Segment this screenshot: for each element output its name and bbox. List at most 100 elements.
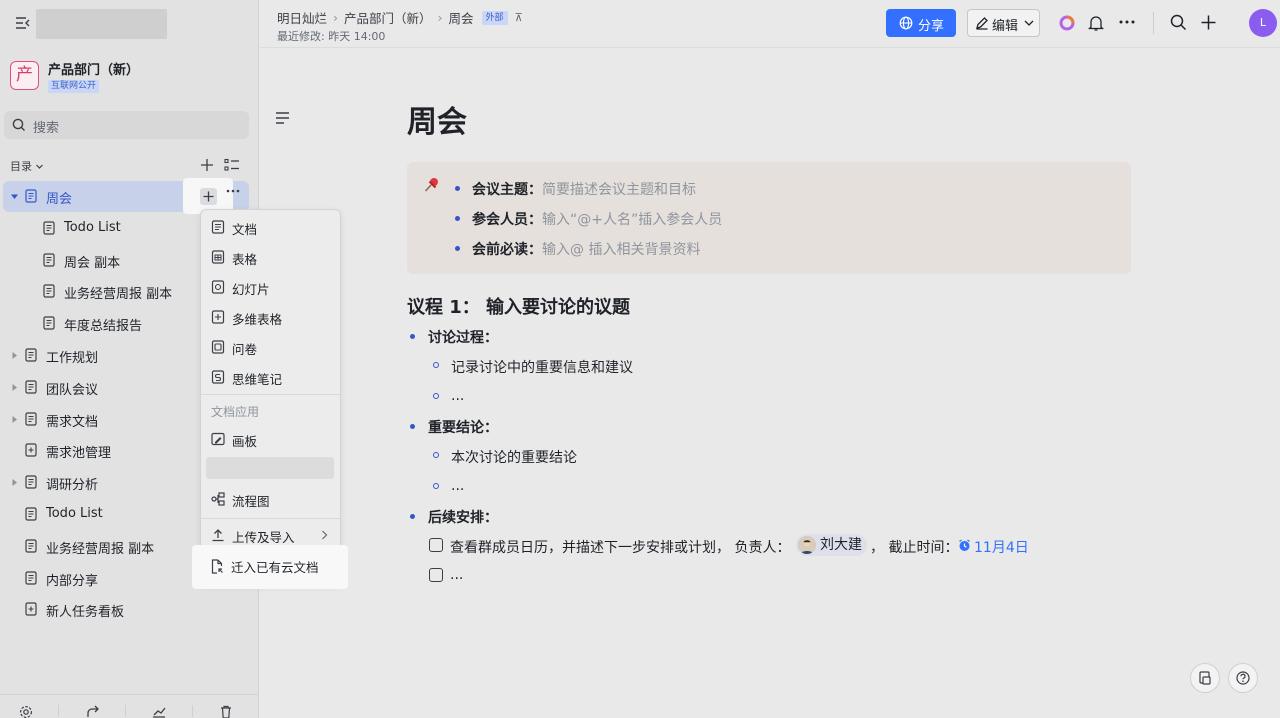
todo-text: 查看群成员日历，并描述下一步安排或计划， 负责人： [450,540,791,556]
doc-tools-button[interactable] [1190,663,1220,693]
list-item-text: ... [451,388,465,404]
callout-block[interactable]: 会议主题 ： 简要描述会议主题和目标 参会人员 ： 输入“@+人名”插入参会人员… [407,162,1131,274]
callout-colon: ： [528,182,542,198]
doc-icon [25,475,37,489]
caret-right-icon[interactable] [10,415,19,424]
form-icon [211,340,225,354]
space-name[interactable]: 产品部门（新） [48,59,139,78]
section-title: 讨论过程： [428,330,498,346]
search-input[interactable]: 搜索 [4,111,249,139]
sidebar-item-label: 团队会议 [46,382,99,398]
more-icon[interactable] [1119,20,1135,24]
sidebar-item[interactable]: 新人任务看板 [0,594,249,625]
more-icon[interactable] [226,189,240,193]
list-item-text: ... [451,478,465,494]
assignee-name: 刘大建 [820,537,862,553]
sidebar-item-label: Todo List [64,219,121,235]
share-label: 分享 [918,19,945,34]
doc-icon [25,507,37,521]
chevron-down-icon [35,162,44,171]
ai-assistant-icon[interactable] [1058,14,1076,32]
sidebar-item-label: Todo List [46,506,103,521]
share-out-icon[interactable] [86,705,100,718]
assignee-avatar [798,536,816,554]
doc-icon [43,284,55,298]
callout-value: 简要描述会议主题和目标 [542,182,696,198]
add-node-icon[interactable] [200,158,214,172]
sidebar-header [0,0,259,48]
trash-icon[interactable] [219,705,233,718]
flowchart-icon [211,492,225,506]
doc-icon [25,539,37,553]
todo-checkbox[interactable] [429,538,443,552]
avatar[interactable]: L [1249,9,1277,37]
directory-toggle[interactable]: 目录 [10,158,44,174]
section-title: 重要结论： [428,420,498,436]
callout-colon: ： [528,212,542,228]
plus-icon[interactable] [1200,14,1217,31]
sidebar-item-label: 周会 副本 [64,255,121,271]
help-icon [1236,671,1250,685]
slides-icon [211,280,225,294]
space-logo: 产 [10,61,39,90]
sub-bullet-icon [433,452,439,458]
upload-icon [211,528,225,542]
breadcrumb-item[interactable]: 产品部门（新） [344,8,432,27]
doc-icon [25,348,37,362]
pencil-icon [975,16,989,30]
assignee-mention[interactable]: 刘大建 [796,534,867,556]
doc-icon [25,570,37,585]
sheet-icon [211,250,225,264]
menu-item-label: 文档 [232,222,258,237]
bitable-icon [211,310,225,324]
sidebar-item-label: 年度总结报告 [64,319,143,335]
bell-icon[interactable] [1088,14,1104,32]
sidebar-item-label: 调研分析 [46,478,99,494]
breadcrumb-item[interactable]: 周会 [449,8,474,27]
search-icon[interactable] [1170,14,1187,31]
breadcrumb: 明日灿烂 › 产品部门（新） › 周会 外部 ⊼ [277,8,523,27]
pin-icon[interactable]: ⊼ [515,11,523,24]
page-title[interactable]: 周会 [407,97,467,141]
chevron-down-icon [1024,20,1034,27]
analytics-icon[interactable] [152,705,166,718]
outline-icon[interactable] [275,112,290,124]
pushpin-icon [423,176,441,194]
migrate-doc-icon [210,559,224,574]
collapse-sidebar-icon[interactable] [14,14,32,32]
doc-icon [211,220,225,234]
share-button[interactable]: 分享 [886,9,956,37]
tree-settings-icon[interactable] [224,158,240,172]
bullet-icon [410,424,415,429]
sub-bullet-icon [433,362,439,368]
bitable-icon [25,602,37,616]
todo-checkbox[interactable] [429,568,443,582]
sidebar-item-label: 业务经营周报 副本 [64,287,173,303]
caret-right-icon[interactable] [10,478,19,487]
help-button[interactable] [1228,663,1258,693]
doc-icon [25,411,37,426]
external-badge: 外部 [481,10,508,25]
edit-label: 编辑 [992,19,1019,34]
menu-group-label: 文档应用 [211,405,260,419]
doc-icon [25,380,37,394]
bullet-icon [455,216,460,221]
bullet-icon [410,334,415,339]
globe-icon [899,16,913,30]
settings-icon[interactable] [19,705,33,718]
breadcrumb-separator-icon: › [437,10,443,25]
caret-right-icon[interactable] [10,351,19,360]
caret-right-icon[interactable] [10,383,19,392]
bullet-icon [455,246,460,251]
section-title: 后续安排： [428,510,498,526]
sidebar-item-label: 周会 [46,192,73,207]
edit-mode-button[interactable]: 编辑 [967,9,1040,37]
deadline-label: ， 截止时间： [870,540,959,556]
sidebar-item-label: 内部分享 [46,573,99,589]
breadcrumb-item[interactable]: 明日灿烂 [277,8,327,27]
bullet-icon [410,514,415,519]
caret-down-icon[interactable] [10,192,19,201]
agenda-heading[interactable]: 议程 1： 输入要讨论的议题 [407,293,630,319]
mindnote-icon [211,370,225,384]
callout-key: 会前必读 [472,242,528,258]
